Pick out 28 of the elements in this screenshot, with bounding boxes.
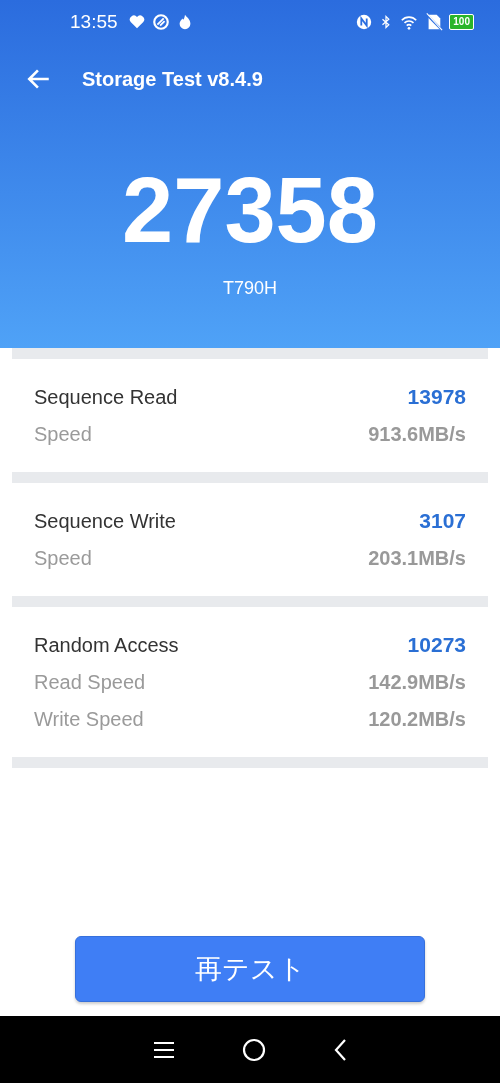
heart-icon <box>127 13 146 31</box>
metric-label: Write Speed <box>34 708 144 731</box>
test-name: Sequence Read <box>34 386 178 409</box>
app-title: Storage Test v8.4.9 <box>82 67 263 91</box>
back-icon[interactable] <box>332 1037 347 1062</box>
menu-icon[interactable] <box>153 1039 176 1060</box>
test-score: 13978 <box>407 385 466 409</box>
test-score: 3107 <box>419 509 466 533</box>
metric-value: 203.1MB/s <box>368 547 466 570</box>
metric-label: Speed <box>34 423 92 446</box>
test-name: Random Access <box>34 634 179 657</box>
circle-logo-icon <box>151 13 170 31</box>
test-score: 10273 <box>407 633 466 657</box>
nfc-icon <box>355 13 374 31</box>
retest-button[interactable]: 再テスト <box>75 936 425 1002</box>
wifi-icon <box>399 13 420 31</box>
home-icon[interactable] <box>242 1037 266 1062</box>
metric-value: 120.2MB/s <box>368 708 466 731</box>
status-time: 13:55 <box>70 11 118 33</box>
no-sim-icon <box>425 13 444 31</box>
metric-label: Read Speed <box>34 671 146 694</box>
metric-value: 142.9MB/s <box>368 671 466 694</box>
metric-label: Speed <box>34 547 92 570</box>
test-name: Sequence Write <box>34 510 176 533</box>
total-score: 27358 <box>121 164 379 256</box>
device-model: T790H <box>222 278 278 299</box>
metric-value: 913.6MB/s <box>368 423 466 446</box>
battery-indicator: 100 <box>449 14 474 30</box>
